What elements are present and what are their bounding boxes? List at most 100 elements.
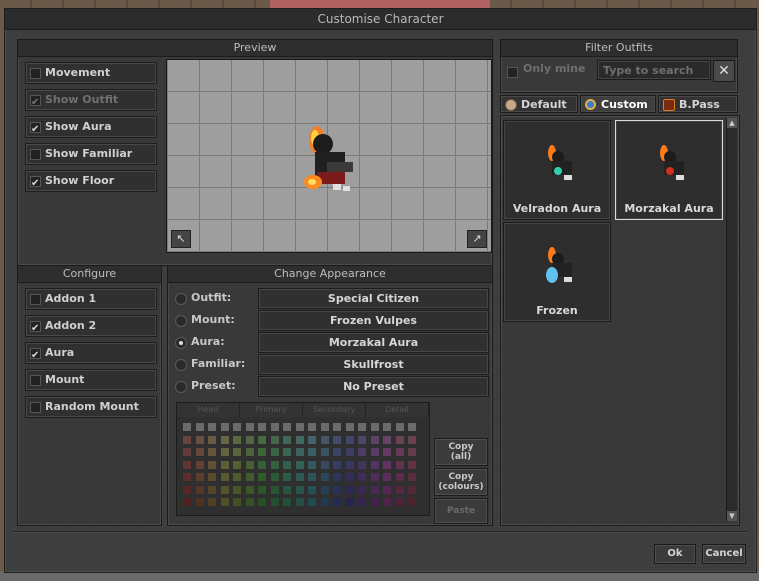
colour-swatch[interactable] xyxy=(270,485,279,494)
search-input[interactable]: Type to search xyxy=(597,60,711,80)
random-mount-checkbox[interactable]: Random Mount xyxy=(25,396,157,418)
aura-radio[interactable] xyxy=(175,337,187,349)
aura-value[interactable]: Morzakal Aura xyxy=(258,332,489,353)
colour-swatch[interactable] xyxy=(245,473,254,481)
colour-swatch[interactable] xyxy=(195,423,204,431)
colour-swatch[interactable] xyxy=(383,448,391,456)
colour-swatch[interactable] xyxy=(270,498,279,506)
colour-swatch[interactable] xyxy=(220,473,229,481)
colour-swatch[interactable] xyxy=(408,435,416,444)
colour-swatch[interactable] xyxy=(308,485,316,494)
familiar-radio[interactable] xyxy=(175,359,187,371)
colour-swatch[interactable] xyxy=(383,485,391,494)
colour-swatch[interactable] xyxy=(195,460,204,469)
colour-swatch[interactable] xyxy=(370,435,379,444)
colour-swatch[interactable] xyxy=(408,460,416,469)
colour-swatch[interactable] xyxy=(183,448,191,456)
colour-swatch[interactable] xyxy=(308,448,316,456)
colour-swatch[interactable] xyxy=(183,485,191,494)
colour-swatch[interactable] xyxy=(308,423,316,431)
colour-swatch[interactable] xyxy=(258,448,266,456)
colour-swatch[interactable] xyxy=(258,485,266,494)
cancel-button[interactable]: Cancel xyxy=(702,544,746,564)
show-familiar-checkbox[interactable]: Show Familiar xyxy=(25,143,157,165)
colour-swatch[interactable] xyxy=(383,460,391,469)
mount-value[interactable]: Frozen Vulpes xyxy=(258,310,489,331)
colour-swatch[interactable] xyxy=(370,485,379,494)
colour-swatch[interactable] xyxy=(308,435,316,444)
colour-swatch[interactable] xyxy=(395,498,404,506)
clear-search-icon[interactable]: ✕ xyxy=(713,60,735,82)
colour-swatch[interactable] xyxy=(183,498,191,506)
colour-swatch[interactable] xyxy=(370,448,379,456)
preset-value[interactable]: No Preset xyxy=(258,376,489,397)
colour-swatch[interactable] xyxy=(195,435,204,444)
colour-swatch[interactable] xyxy=(395,448,404,456)
colour-swatch[interactable] xyxy=(245,435,254,444)
colour-swatch[interactable] xyxy=(220,448,229,456)
colour-swatch[interactable] xyxy=(333,448,341,456)
colour-swatch[interactable] xyxy=(295,460,304,469)
rotate-right-button[interactable]: ↗ xyxy=(467,230,487,248)
colour-swatch[interactable] xyxy=(408,448,416,456)
colour-swatch[interactable] xyxy=(208,485,216,494)
colour-swatch[interactable] xyxy=(195,498,204,506)
colour-swatch[interactable] xyxy=(308,473,316,481)
colour-swatch[interactable] xyxy=(195,485,204,494)
colour-swatch[interactable] xyxy=(370,498,379,506)
colour-swatch[interactable] xyxy=(220,460,229,469)
colour-swatch[interactable] xyxy=(270,460,279,469)
colour-swatch[interactable] xyxy=(295,485,304,494)
colour-swatch[interactable] xyxy=(245,423,254,431)
outfit-list-scrollbar[interactable]: ▲ ▼ xyxy=(726,118,737,521)
colour-swatch[interactable] xyxy=(383,473,391,481)
colour-swatch[interactable] xyxy=(233,485,241,494)
outfit-card-velradon-aura[interactable]: Velradon Aura xyxy=(503,120,611,220)
colour-swatch[interactable] xyxy=(358,448,366,456)
colour-swatch[interactable] xyxy=(320,485,329,494)
colour-swatch[interactable] xyxy=(320,448,329,456)
mount-radio[interactable] xyxy=(175,315,187,327)
colour-swatch[interactable] xyxy=(195,448,204,456)
colour-swatch[interactable] xyxy=(320,423,329,431)
colour-swatch[interactable] xyxy=(270,435,279,444)
colour-swatch[interactable] xyxy=(333,498,341,506)
colour-swatch[interactable] xyxy=(183,435,191,444)
mount-checkbox[interactable]: Mount xyxy=(25,369,157,391)
colour-swatch[interactable] xyxy=(183,460,191,469)
colour-swatch[interactable] xyxy=(295,435,304,444)
colour-swatch[interactable] xyxy=(308,460,316,469)
copy-all-button[interactable]: Copy (all) xyxy=(434,438,488,466)
only-mine-checkbox[interactable] xyxy=(507,67,518,78)
scroll-down-icon[interactable]: ▼ xyxy=(727,511,737,521)
colour-swatch[interactable] xyxy=(195,473,204,481)
colour-swatch[interactable] xyxy=(333,460,341,469)
colour-swatch[interactable] xyxy=(295,473,304,481)
outfit-card-frozen[interactable]: Frozen xyxy=(503,222,611,322)
colour-swatch[interactable] xyxy=(395,460,404,469)
colour-swatch[interactable] xyxy=(283,485,291,494)
colour-swatch[interactable] xyxy=(245,448,254,456)
colour-swatch[interactable] xyxy=(283,435,291,444)
colour-swatch[interactable] xyxy=(220,423,229,431)
ok-button[interactable]: Ok xyxy=(654,544,696,564)
colour-swatch[interactable] xyxy=(320,498,329,506)
colour-swatch[interactable] xyxy=(233,435,241,444)
colour-swatch[interactable] xyxy=(233,423,241,431)
colour-swatch[interactable] xyxy=(395,485,404,494)
colour-swatch[interactable] xyxy=(270,423,279,431)
colour-swatch[interactable] xyxy=(345,435,354,444)
colour-swatch[interactable] xyxy=(295,498,304,506)
colour-swatch[interactable] xyxy=(383,498,391,506)
colour-swatch[interactable] xyxy=(345,485,354,494)
colour-swatch[interactable] xyxy=(345,448,354,456)
colour-swatch[interactable] xyxy=(333,485,341,494)
colour-swatch[interactable] xyxy=(408,498,416,506)
colour-swatch[interactable] xyxy=(208,448,216,456)
colour-swatch[interactable] xyxy=(320,435,329,444)
colour-swatch[interactable] xyxy=(333,423,341,431)
colour-swatch[interactable] xyxy=(270,448,279,456)
colour-swatch[interactable] xyxy=(370,423,379,431)
colour-swatch[interactable] xyxy=(208,473,216,481)
addon-2-checkbox[interactable]: ✔ Addon 2 xyxy=(25,315,157,337)
